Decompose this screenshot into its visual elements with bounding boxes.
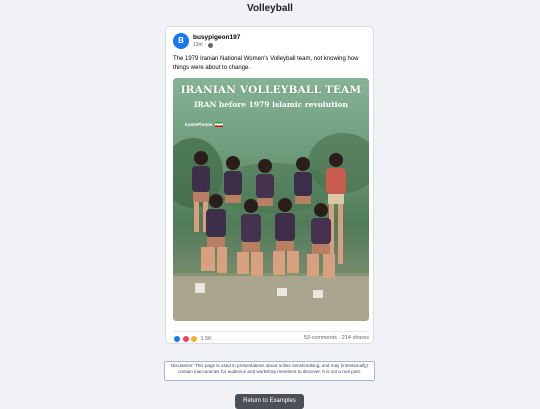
globe-icon [208,42,214,48]
avatar[interactable]: B [173,33,189,49]
photo-headline: IRANIAN VOLLEYBALL TEAM [180,84,362,96]
photo-watermark: IranInPhotos [185,122,223,127]
iran-flag-icon [214,122,223,127]
post-footer: 1.5K 53 comments · 214 shares [173,331,369,343]
like-icon [173,335,181,343]
disclaimer: Disclaimer: This page is used in present… [164,361,375,381]
engagement-stats[interactable]: 53 comments · 214 shares [304,335,369,341]
post-card: B busypigeon197 13m · The 1979 Iranian N… [165,26,374,344]
meta-separator: · [204,42,207,48]
post-meta: 13m · [193,42,214,48]
photo-subhead: IRAN before 1979 islamic revolution [194,100,348,109]
username[interactable]: busypigeon197 [193,34,240,41]
page-title: Volleyball [247,3,293,14]
watermark-text: IranInPhotos [185,122,213,127]
post-text: The 1979 Iranian National Women's Volley… [173,56,359,71]
post-photo[interactable]: IRANIAN VOLLEYBALL TEAM IRAN before 1979… [173,78,369,321]
post-time[interactable]: 13m [193,42,203,48]
love-icon [181,335,190,343]
reaction-count: 1.5K [200,336,212,342]
team-photo-illustration [173,78,369,321]
wow-icon [190,335,198,343]
reactions[interactable]: 1.5K [173,335,212,343]
return-to-examples-button[interactable]: Return to Examples [235,394,304,409]
